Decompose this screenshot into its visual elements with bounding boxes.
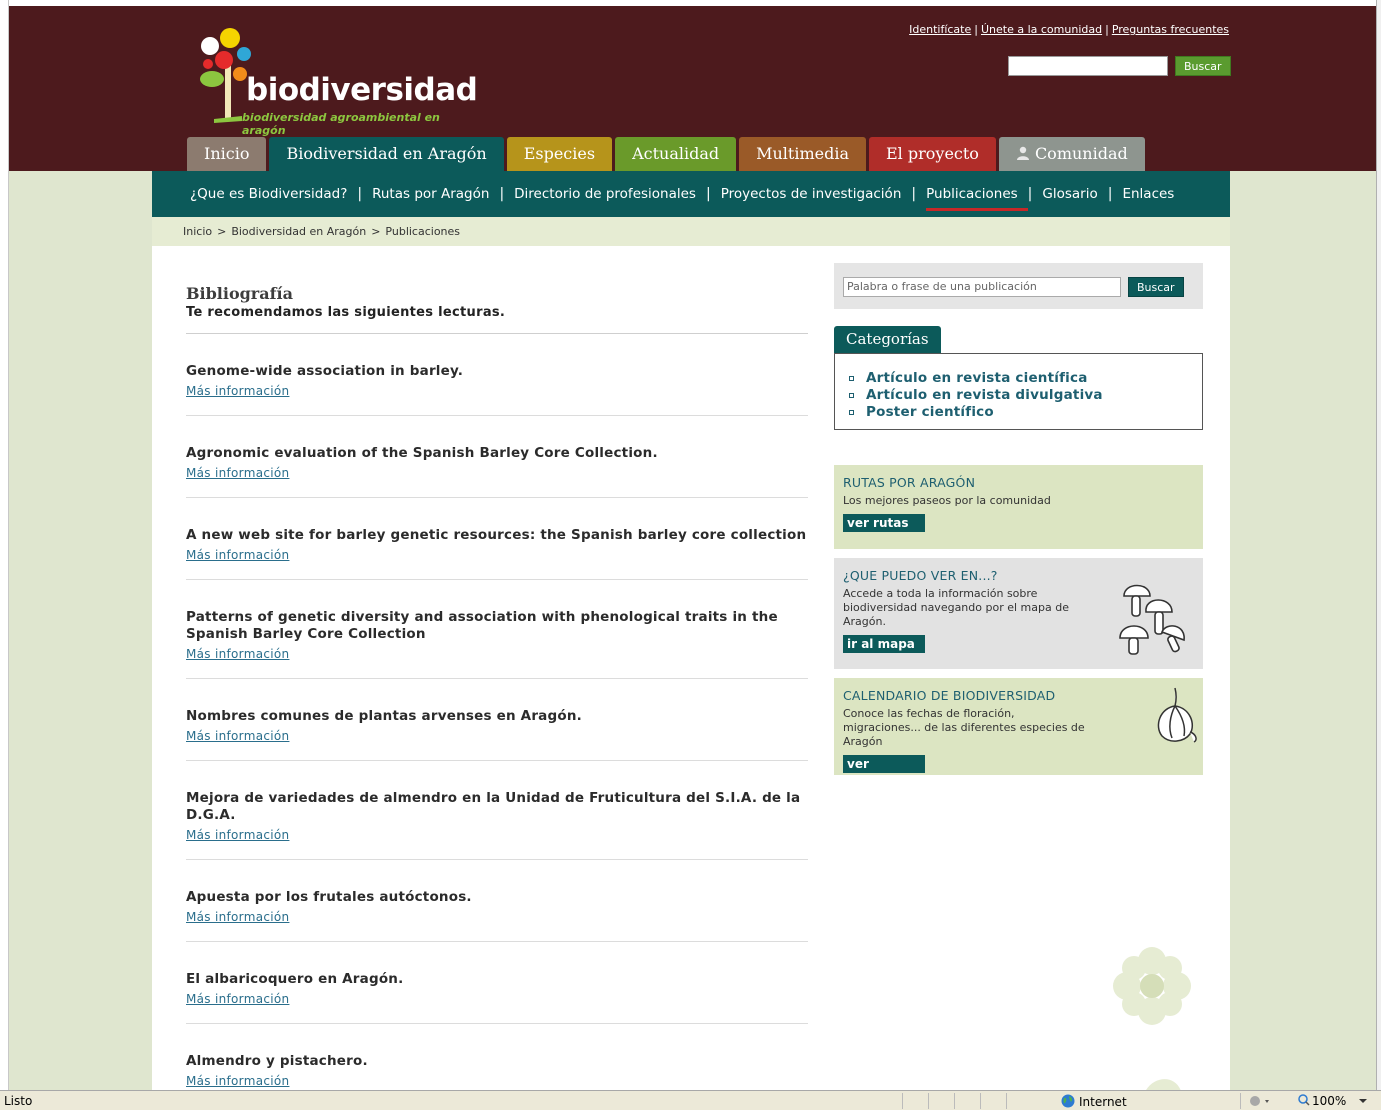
subnav-glosario[interactable]: Glosario: [1042, 186, 1097, 202]
logo-tagline: biodiversidad agroambiental en aragón: [242, 111, 440, 137]
breadcrumb-inicio[interactable]: Inicio: [183, 225, 212, 238]
more-info-link[interactable]: Más información: [186, 647, 289, 661]
tab-comunidad-label: Comunidad: [1034, 144, 1128, 163]
flower-watermark-icon: [1113, 947, 1191, 1090]
breadcrumb-biodiversidad[interactable]: Biodiversidad en Aragón: [231, 225, 366, 238]
categories-title: Categorías: [834, 326, 941, 353]
tab-multimedia[interactable]: Multimedia: [739, 137, 866, 171]
publication-item: Patterns of genetic diversity and associ…: [186, 580, 808, 679]
main-tabs: Inicio Biodiversidad en Aragón Especies …: [187, 137, 1148, 173]
promo-text: Los mejores paseos por la comunidad: [843, 494, 1051, 507]
publication-title: Patterns of genetic diversity and associ…: [186, 609, 778, 642]
publication-item: Mejora de variedades de almendro en la U…: [186, 761, 808, 860]
tab-especies[interactable]: Especies: [506, 137, 613, 171]
tab-inicio[interactable]: Inicio: [187, 137, 267, 171]
ver-rutas-button[interactable]: ver rutas: [843, 514, 925, 532]
promo-rutas: RUTAS POR ARAGÓN Los mejores paseos por …: [834, 465, 1203, 549]
publication-title: Mejora de variedades de almendro en la U…: [186, 790, 801, 823]
chevron-down-icon[interactable]: [1358, 1098, 1368, 1106]
protected-mode-icon[interactable]: [1249, 1094, 1271, 1108]
tab-biodiversidad-en-aragon[interactable]: Biodiversidad en Aragón: [269, 137, 504, 173]
promo-title: RUTAS POR ARAGÓN: [843, 475, 976, 490]
more-info-link[interactable]: Más información: [186, 466, 289, 480]
category-item[interactable]: Artículo en revista divulgativa: [849, 387, 1188, 404]
more-info-link[interactable]: Más información: [186, 910, 289, 924]
flower-icon: [1157, 687, 1197, 743]
publication-title: Almendro y pistachero.: [186, 1053, 368, 1069]
main-content: Bibliografía Te recomendamos las siguien…: [152, 246, 1230, 1090]
category-item[interactable]: Artículo en revista científica: [849, 370, 1188, 387]
more-info-link[interactable]: Más información: [186, 548, 289, 562]
zoom-level[interactable]: 100%: [1298, 1094, 1346, 1108]
publication-search: Palabra o frase de una publicación Busca…: [834, 263, 1203, 309]
logo-wordmark: biodiversidad: [246, 72, 478, 108]
sub-navigation: ¿Que es Biodiversidad? | Rutas por Aragón…: [152, 171, 1230, 217]
more-info-link[interactable]: Más información: [186, 729, 289, 743]
publication-item: Nombres comunes de plantas arvenses en A…: [186, 679, 808, 761]
promo-text: Accede a toda la información sobre biodi…: [843, 587, 1069, 628]
header-search-input[interactable]: [1008, 56, 1168, 76]
breadcrumb: Inicio > Biodiversidad en Aragón > Publicaci…: [152, 217, 1230, 246]
security-zone: Internet: [1061, 1094, 1127, 1109]
mushroom-icon: [1119, 584, 1185, 655]
promo-calendario: CALENDARIO DE BIODIVERSIDAD Conoce las f…: [834, 678, 1203, 789]
subnav-rutas[interactable]: Rutas por Aragón: [372, 186, 489, 202]
categories-box: Artículo en revista científica Artículo …: [834, 353, 1203, 430]
ir-al-mapa-button[interactable]: ir al mapa: [843, 635, 925, 653]
user-icon: [1016, 146, 1029, 160]
promo-title: CALENDARIO DE BIODIVERSIDAD: [843, 688, 1056, 703]
publication-title: A new web site for barley genetic resour…: [186, 527, 807, 543]
publication-title: Agronomic evaluation of the Spanish Barl…: [186, 445, 658, 461]
publication-item: Genome-wide association in barley. Más i…: [186, 334, 808, 416]
subnav-enlaces[interactable]: Enlaces: [1122, 186, 1174, 202]
promo-mapa: ¿QUE PUEDO VER EN...? Accede a toda la i…: [834, 558, 1203, 669]
more-info-link[interactable]: Más información: [186, 384, 289, 398]
browser-status-bar: Listo Internet 100%: [0, 1090, 1381, 1110]
subnav-directorio[interactable]: Directorio de profesionales: [514, 186, 696, 202]
publication-title: Nombres comunes de plantas arvenses en A…: [186, 708, 582, 724]
page-subtitle: Te recomendamos las siguientes lecturas.: [186, 305, 506, 320]
ver-eventos-button[interactable]: ver eventos: [843, 755, 925, 789]
more-info-link[interactable]: Más información: [186, 828, 289, 842]
header-search-button[interactable]: Buscar: [1175, 56, 1231, 76]
join-community-link[interactable]: Únete a la comunidad: [981, 23, 1102, 36]
publications-column: Bibliografía Te recomendamos las siguien…: [186, 284, 808, 1090]
publication-title: Apuesta por los frutales autóctonos.: [186, 889, 472, 905]
publication-item: Agronomic evaluation of the Spanish Barl…: [186, 416, 808, 498]
faq-link[interactable]: Preguntas frecuentes: [1112, 23, 1229, 36]
publication-title: Genome-wide association in barley.: [186, 363, 464, 379]
globe-icon: [1061, 1094, 1075, 1108]
site-logo[interactable]: biodiversidad biodiversidad agroambienta…: [194, 24, 484, 137]
promo-text: Conoce las fechas de floración, migracio…: [843, 707, 1085, 748]
more-info-link[interactable]: Más información: [186, 992, 289, 1006]
publication-search-input[interactable]: Palabra o frase de una publicación: [843, 277, 1121, 297]
sidebar: Palabra o frase de una publicación Busca…: [834, 263, 1203, 789]
publication-item: Almendro y pistachero. Más información: [186, 1024, 808, 1090]
tab-actualidad[interactable]: Actualidad: [615, 137, 737, 171]
more-info-link[interactable]: Más información: [186, 1074, 289, 1088]
tab-el-proyecto[interactable]: El proyecto: [869, 137, 996, 171]
subnav-que-es[interactable]: ¿Que es Biodiversidad?: [190, 186, 347, 202]
browser-viewport: biodiversidad biodiversidad agroambienta…: [9, 6, 1376, 1090]
tab-comunidad[interactable]: Comunidad: [998, 137, 1145, 171]
breadcrumb-publicaciones: Publicaciones: [385, 225, 461, 238]
subnav-proyectos[interactable]: Proyectos de investigación: [721, 186, 902, 202]
publication-item: Apuesta por los frutales autóctonos. Más…: [186, 860, 808, 942]
publication-title: El albaricoquero en Aragón.: [186, 971, 404, 987]
subnav-publicaciones[interactable]: Publicaciones: [926, 186, 1028, 211]
publication-item: A new web site for barley genetic resour…: [186, 498, 808, 580]
site-header: biodiversidad biodiversidad agroambienta…: [9, 6, 1376, 173]
status-text: Listo: [4, 1094, 33, 1108]
browser-frame-left: [0, 0, 9, 1090]
publication-search-button[interactable]: Buscar: [1128, 277, 1184, 297]
page-title: Bibliografía: [186, 284, 293, 303]
category-item[interactable]: Poster científico: [849, 404, 1188, 421]
publication-item: El albaricoquero en Aragón. Más informac…: [186, 942, 808, 1024]
browser-scrollbar[interactable]: [1376, 0, 1381, 1090]
login-link[interactable]: Identifícate: [909, 23, 971, 36]
top-links: Identifícate | Únete a la comunidad | Pregun…: [909, 23, 1229, 36]
zoom-icon: [1298, 1094, 1310, 1106]
